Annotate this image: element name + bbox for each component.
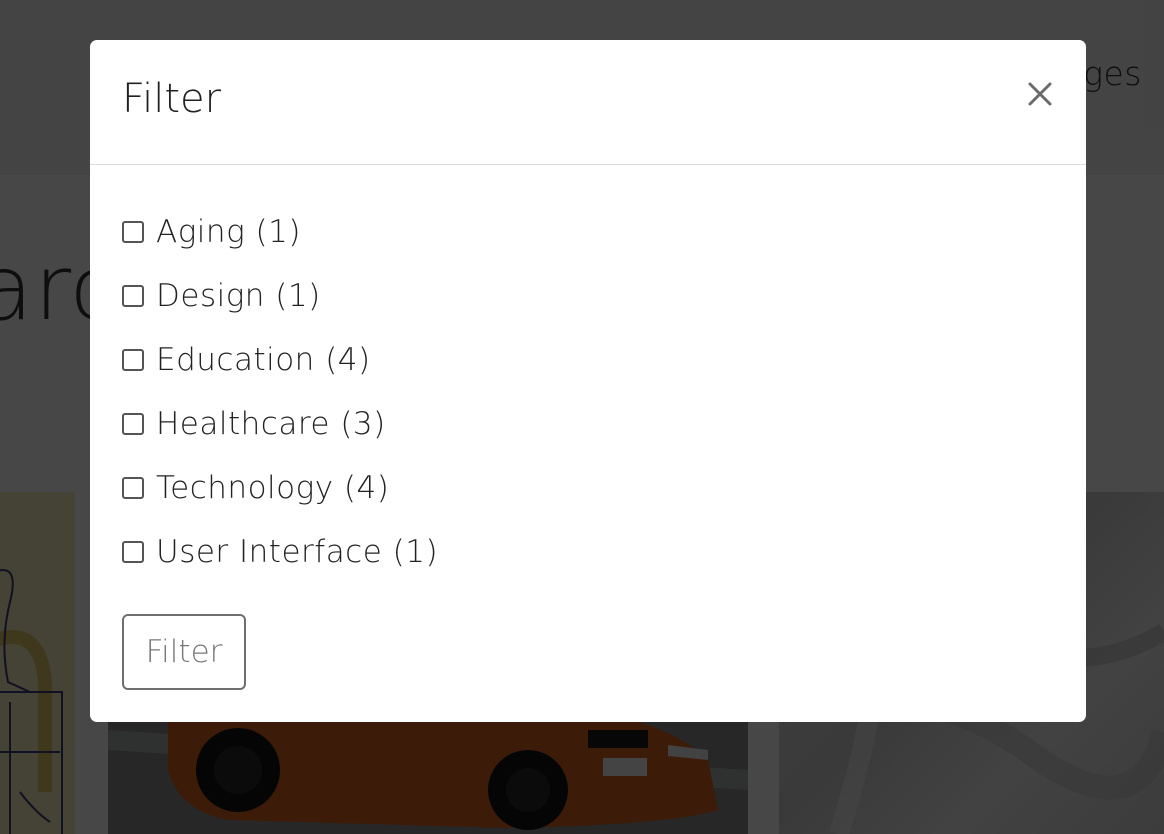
filter-option-healthcare[interactable]: Healthcare (3) <box>122 392 1052 456</box>
filter-option-aging[interactable]: Aging (1) <box>122 200 1052 264</box>
option-label: Healthcare (3) <box>156 406 386 442</box>
option-label: Aging (1) <box>156 214 301 250</box>
checkbox[interactable] <box>122 221 144 243</box>
checkbox[interactable] <box>122 541 144 563</box>
checkbox[interactable] <box>122 349 144 371</box>
checkbox[interactable] <box>122 477 144 499</box>
filter-option-technology[interactable]: Technology (4) <box>122 456 1052 520</box>
filter-submit-button[interactable]: Filter <box>122 614 246 690</box>
filter-options-list: Aging (1) Design (1) Education (4) Healt… <box>122 200 1052 584</box>
option-label: Technology (4) <box>156 470 390 506</box>
modal-header: Filter <box>90 40 1086 165</box>
option-label: Education (4) <box>156 342 371 378</box>
filter-option-education[interactable]: Education (4) <box>122 328 1052 392</box>
filter-modal: Filter Aging (1) Design (1) Education (4… <box>90 40 1086 722</box>
filter-option-design[interactable]: Design (1) <box>122 264 1052 328</box>
checkbox[interactable] <box>122 285 144 307</box>
option-label: Design (1) <box>156 278 321 314</box>
option-label: User Interface (1) <box>156 534 439 570</box>
close-button[interactable] <box>1020 74 1060 114</box>
modal-title: Filter <box>122 76 222 122</box>
checkbox[interactable] <box>122 413 144 435</box>
filter-option-user-interface[interactable]: User Interface (1) <box>122 520 1052 584</box>
close-icon <box>1028 82 1052 106</box>
